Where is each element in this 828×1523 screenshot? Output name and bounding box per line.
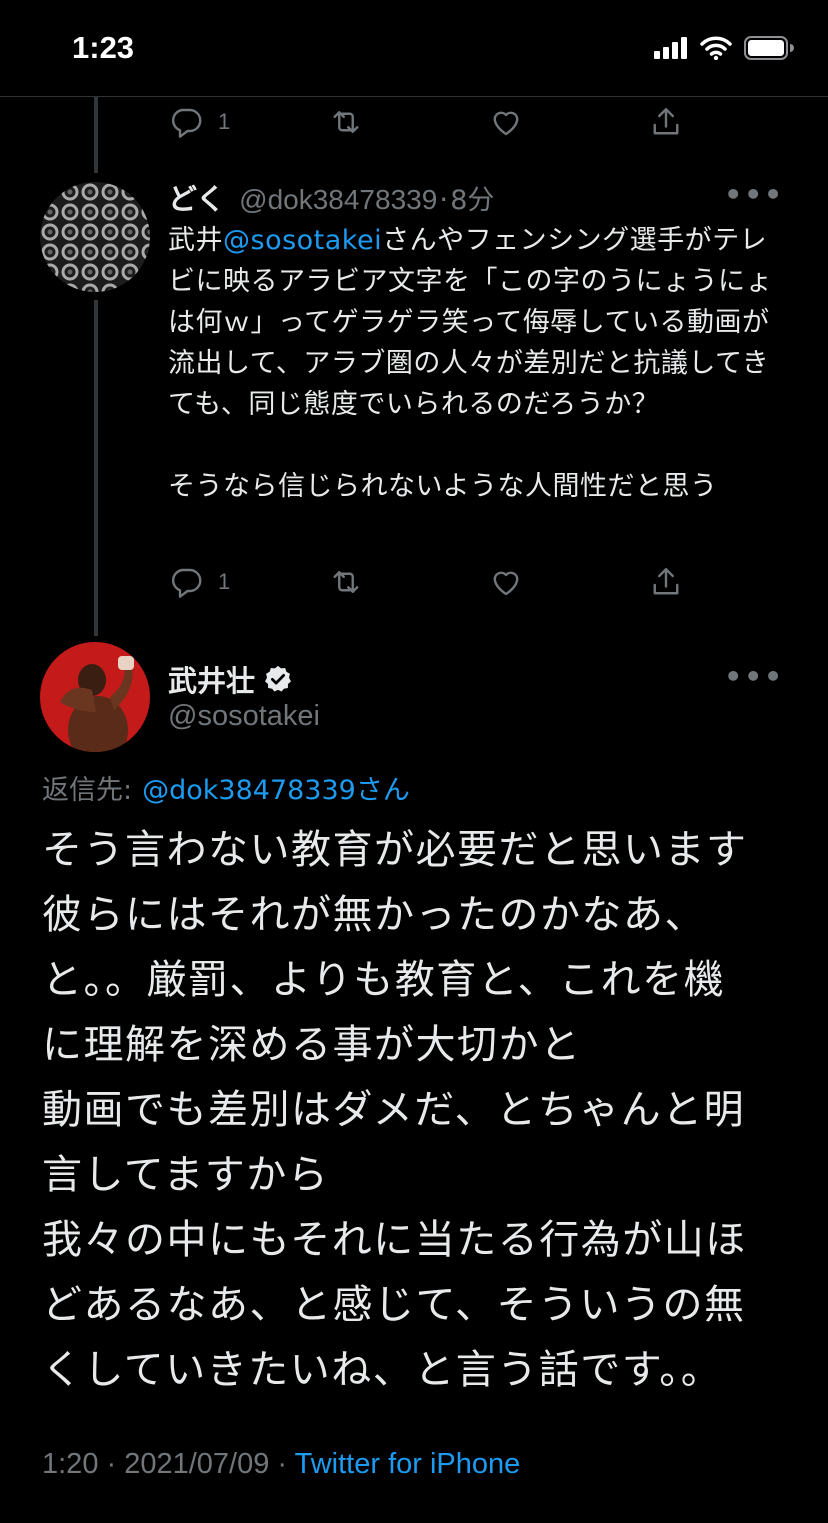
wifi-icon <box>700 36 732 64</box>
like-button[interactable] <box>488 560 524 604</box>
reply-icon <box>171 568 202 598</box>
separator-dot: · <box>439 183 449 216</box>
like-button[interactable] <box>488 100 524 144</box>
share-icon <box>653 568 679 595</box>
display-name[interactable]: どく <box>168 176 225 218</box>
retweet-icon <box>333 111 359 133</box>
user-handle[interactable]: @sosotakei <box>168 700 320 733</box>
reply-tweet-action-bar: 1 <box>168 560 708 604</box>
retweet-button[interactable] <box>328 560 364 604</box>
reply-button[interactable]: 1 <box>168 100 230 144</box>
tweet-text: そう言わない教育が必要だと思います 彼らにはそれが無かったのかなあ、 と。。厳罰… <box>42 827 748 1393</box>
reply-to-label: 返信先: <box>42 775 133 806</box>
tweet-time[interactable]: 8分 <box>450 178 494 217</box>
status-time: 1:23 <box>72 30 135 65</box>
tweet-source[interactable]: Twitter for iPhone <box>295 1448 521 1480</box>
avatar[interactable] <box>40 642 150 752</box>
tweet-meta: 1:20 · 2021/07/09 · Twitter for iPhone <box>42 1448 520 1481</box>
reply-to-handle[interactable]: @dok38478339さん <box>142 768 410 807</box>
reply-count: 1 <box>218 109 231 134</box>
heart-icon <box>493 111 519 136</box>
status-bar: 1:23 <box>0 0 828 97</box>
text-prefix: 武井 <box>168 225 223 256</box>
retweet-button[interactable] <box>328 100 364 144</box>
avatar[interactable] <box>40 182 150 292</box>
more-options-icon[interactable]: ••• <box>724 660 784 693</box>
prev-tweet-action-bar: 1 <box>168 100 708 144</box>
text-body: さんやフェンシング選手がテレビに映るアラビア文字を「この字のうにょうにょは何ｗ」… <box>168 225 773 502</box>
battery-icon <box>744 36 794 64</box>
cellular-signal-icon <box>654 37 688 63</box>
retweet-icon <box>333 571 359 593</box>
heart-icon <box>493 571 519 596</box>
reply-count: 1 <box>218 569 231 594</box>
display-name[interactable]: 武井壮 <box>168 658 255 700</box>
user-handle[interactable]: @dok38478339 <box>239 184 437 216</box>
thread-line-top <box>94 97 98 173</box>
thread-line-middle <box>94 300 98 636</box>
verified-badge-icon <box>263 664 293 694</box>
more-options-icon[interactable]: ••• <box>724 178 784 211</box>
reply-to-line: 返信先: @dok38478339さん <box>42 768 410 807</box>
reply-button[interactable]: 1 <box>168 560 230 604</box>
share-button[interactable] <box>648 560 684 604</box>
reply-icon <box>171 108 202 138</box>
tweet-timestamp[interactable]: 1:20 · 2021/07/09 · <box>42 1448 295 1480</box>
share-button[interactable] <box>648 100 684 144</box>
tweet-text: 武井@sosotakeiさんやフェンシング選手がテレビに映るアラビア文字を「この… <box>168 220 778 507</box>
mention-link[interactable]: @sosotakei <box>223 225 382 256</box>
share-icon <box>653 108 679 135</box>
